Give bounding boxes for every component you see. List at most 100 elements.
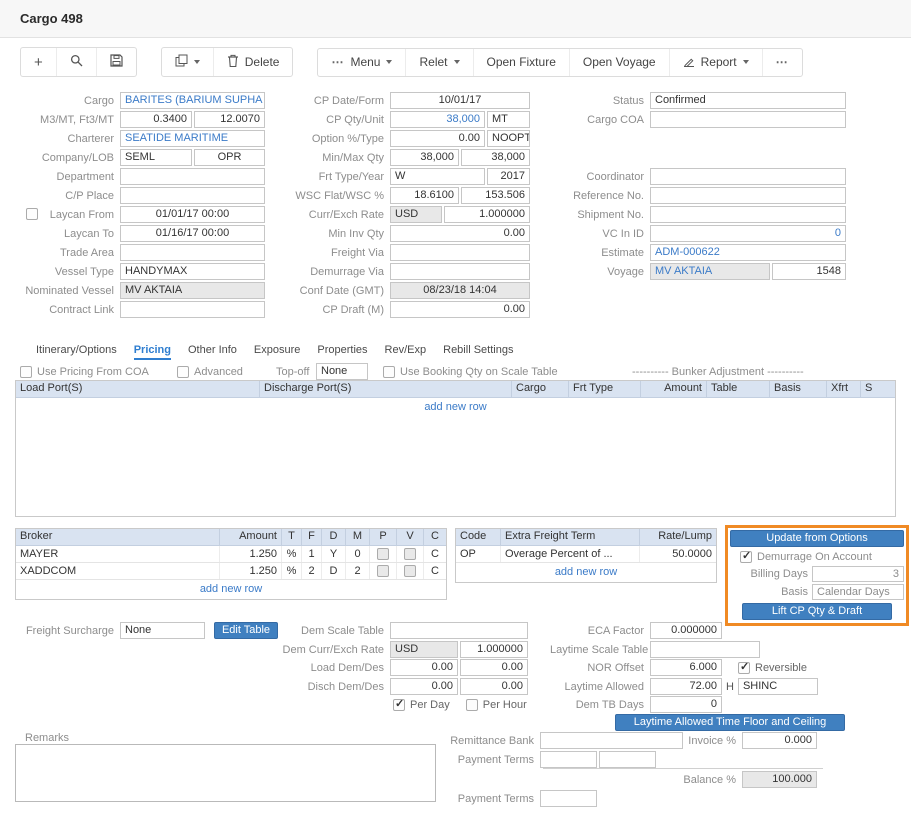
tab-pricing[interactable]: Pricing xyxy=(134,344,171,360)
col-m: M xyxy=(346,529,370,545)
option-type-field[interactable]: NOOPT xyxy=(487,130,530,147)
broker-row[interactable]: XADDCOM 1.250 % 2 D 2 C xyxy=(16,563,446,580)
department-field[interactable] xyxy=(120,168,265,185)
freight-via-row: Freight Via xyxy=(272,244,530,261)
laytime-terms-select[interactable]: SHINC xyxy=(738,678,818,695)
menu-button[interactable]: ⋯Menu xyxy=(318,49,406,76)
delete-button[interactable]: Delete xyxy=(214,48,293,76)
cp-place-field[interactable] xyxy=(120,187,265,204)
cp-qty-field[interactable]: 38,000 xyxy=(390,111,485,128)
vessel-type-field[interactable]: HANDYMAX xyxy=(120,263,265,280)
frt-type-field[interactable]: W xyxy=(390,168,485,185)
ft3mt-field[interactable]: 12.0070 xyxy=(194,111,265,128)
edit-table-button[interactable]: Edit Table xyxy=(214,622,278,639)
tab-rebill-settings[interactable]: Rebill Settings xyxy=(443,344,513,360)
basis-select[interactable]: Calendar Days xyxy=(812,584,904,600)
contract-link-field[interactable] xyxy=(120,301,265,318)
cp-draft-field[interactable]: 0.00 xyxy=(390,301,530,318)
per-hour-checkbox[interactable] xyxy=(466,699,478,711)
voyage-no-field[interactable]: 1548 xyxy=(772,263,846,280)
laytime-floor-ceiling-button[interactable]: Laytime Allowed Time Floor and Ceiling xyxy=(615,714,845,731)
laycan-checkbox[interactable] xyxy=(26,208,38,220)
tab-exposure[interactable]: Exposure xyxy=(254,344,300,360)
tab-rev-exp[interactable]: Rev/Exp xyxy=(385,344,427,360)
extra-freight-row[interactable]: OP Overage Percent of ... 50.0000 xyxy=(456,546,716,563)
laycan-to-field[interactable]: 01/16/17 00:00 xyxy=(120,225,265,242)
max-qty-field[interactable]: 38,000 xyxy=(461,149,530,166)
reference-no-field[interactable] xyxy=(650,187,846,204)
eca-factor-field[interactable]: 0.000000 xyxy=(650,622,722,639)
min-qty-field[interactable]: 38,000 xyxy=(390,149,459,166)
vc-in-id-field[interactable]: 0 xyxy=(650,225,846,242)
use-pricing-from-coa-checkbox[interactable] xyxy=(20,366,32,378)
advanced-checkbox[interactable] xyxy=(177,366,189,378)
more-button[interactable]: ⋯ xyxy=(763,49,802,76)
field-label: Demurrage Via xyxy=(272,266,390,278)
shipment-no-field[interactable] xyxy=(650,206,846,223)
trade-area-field[interactable] xyxy=(120,244,265,261)
demurrage-via-field[interactable] xyxy=(390,263,530,280)
open-fixture-button[interactable]: Open Fixture xyxy=(474,49,570,76)
tab-itinerary-options[interactable]: Itinerary/Options xyxy=(36,344,117,360)
demurrage-on-account-checkbox[interactable] xyxy=(740,551,752,563)
tab-other-info[interactable]: Other Info xyxy=(188,344,237,360)
tab-properties[interactable]: Properties xyxy=(317,344,367,360)
company-field[interactable]: SEML xyxy=(120,149,192,166)
coordinator-field[interactable] xyxy=(650,168,846,185)
invoice-pct-field[interactable]: 0.000 xyxy=(742,732,817,749)
billing-days-field[interactable]: 3 xyxy=(812,566,904,582)
cargo-coa-field[interactable] xyxy=(650,111,846,128)
search-button[interactable] xyxy=(57,48,97,76)
broker-add-new-row-link[interactable]: add new row xyxy=(200,583,262,595)
wsc-pct-field[interactable]: 153.506 xyxy=(461,187,530,204)
broker-row[interactable]: MAYER 1.250 % 1 Y 0 C xyxy=(16,546,446,563)
use-booking-checkbox[interactable] xyxy=(383,366,395,378)
cp-date-field[interactable]: 10/01/17 xyxy=(390,92,530,109)
remittance-bank-field[interactable] xyxy=(540,732,683,749)
nor-offset-field[interactable]: 6.000 xyxy=(650,659,722,676)
estimate-field[interactable]: ADM-000622 xyxy=(650,244,846,261)
save-button[interactable] xyxy=(97,48,136,76)
new-button[interactable]: + xyxy=(21,48,57,76)
payment-terms-code-field[interactable] xyxy=(540,751,597,768)
lob-field[interactable]: OPR xyxy=(194,149,265,166)
laytime-allowed-field[interactable]: 72.00 xyxy=(650,678,722,695)
option-pct-field[interactable]: 0.00 xyxy=(390,130,485,147)
frt-year-field[interactable]: 2017 xyxy=(487,168,530,185)
pricing-add-new-row-link[interactable]: add new row xyxy=(424,401,486,413)
min-inv-field[interactable]: 0.00 xyxy=(390,225,530,242)
top-off-select[interactable]: None xyxy=(316,363,368,380)
cargo-field[interactable]: BARITES (BARIUM SUPHA xyxy=(120,92,265,109)
wsc-flat-field[interactable]: 18.6100 xyxy=(390,187,459,204)
laytime-scale-table-field[interactable] xyxy=(650,641,760,658)
dem-scale-table-field[interactable] xyxy=(390,622,528,639)
disch-dem-field[interactable]: 0.00 xyxy=(390,678,458,695)
dem-tb-days-field[interactable]: 0 xyxy=(650,696,722,713)
payment-terms-2-field[interactable] xyxy=(540,790,597,807)
lift-cp-qty-draft-button[interactable]: Lift CP Qty & Draft xyxy=(742,603,892,620)
report-button[interactable]: Report xyxy=(670,49,763,76)
m3mt-field[interactable]: 0.3400 xyxy=(120,111,192,128)
status-field[interactable]: Confirmed xyxy=(650,92,846,109)
exch-rate-field[interactable]: 1.000000 xyxy=(444,206,530,223)
extra-freight-add-new-row-link[interactable]: add new row xyxy=(555,566,617,578)
payment-terms-field[interactable] xyxy=(599,751,656,768)
demurrage-via-row: Demurrage Via xyxy=(272,263,530,280)
load-des-field[interactable]: 0.00 xyxy=(460,659,528,676)
charterer-field[interactable]: SEATIDE MARITIME xyxy=(120,130,265,147)
relet-button[interactable]: Relet xyxy=(406,49,473,76)
update-from-options-button[interactable]: Update from Options xyxy=(730,530,904,547)
disch-des-field[interactable]: 0.00 xyxy=(460,678,528,695)
freight-surcharge-select[interactable]: None xyxy=(120,622,205,639)
cp-unit-field[interactable]: MT xyxy=(487,111,530,128)
field-label: CP Draft (M) xyxy=(272,304,390,316)
load-dem-field[interactable]: 0.00 xyxy=(390,659,458,676)
dem-exch-rate-field[interactable]: 1.000000 xyxy=(460,641,528,658)
laycan-from-field[interactable]: 01/01/17 00:00 xyxy=(120,206,265,223)
reversible-checkbox[interactable] xyxy=(738,662,750,674)
copy-button[interactable] xyxy=(162,48,214,76)
open-voyage-button[interactable]: Open Voyage xyxy=(570,49,670,76)
per-day-checkbox[interactable] xyxy=(393,699,405,711)
remarks-textarea[interactable] xyxy=(15,744,436,802)
freight-via-field[interactable] xyxy=(390,244,530,261)
